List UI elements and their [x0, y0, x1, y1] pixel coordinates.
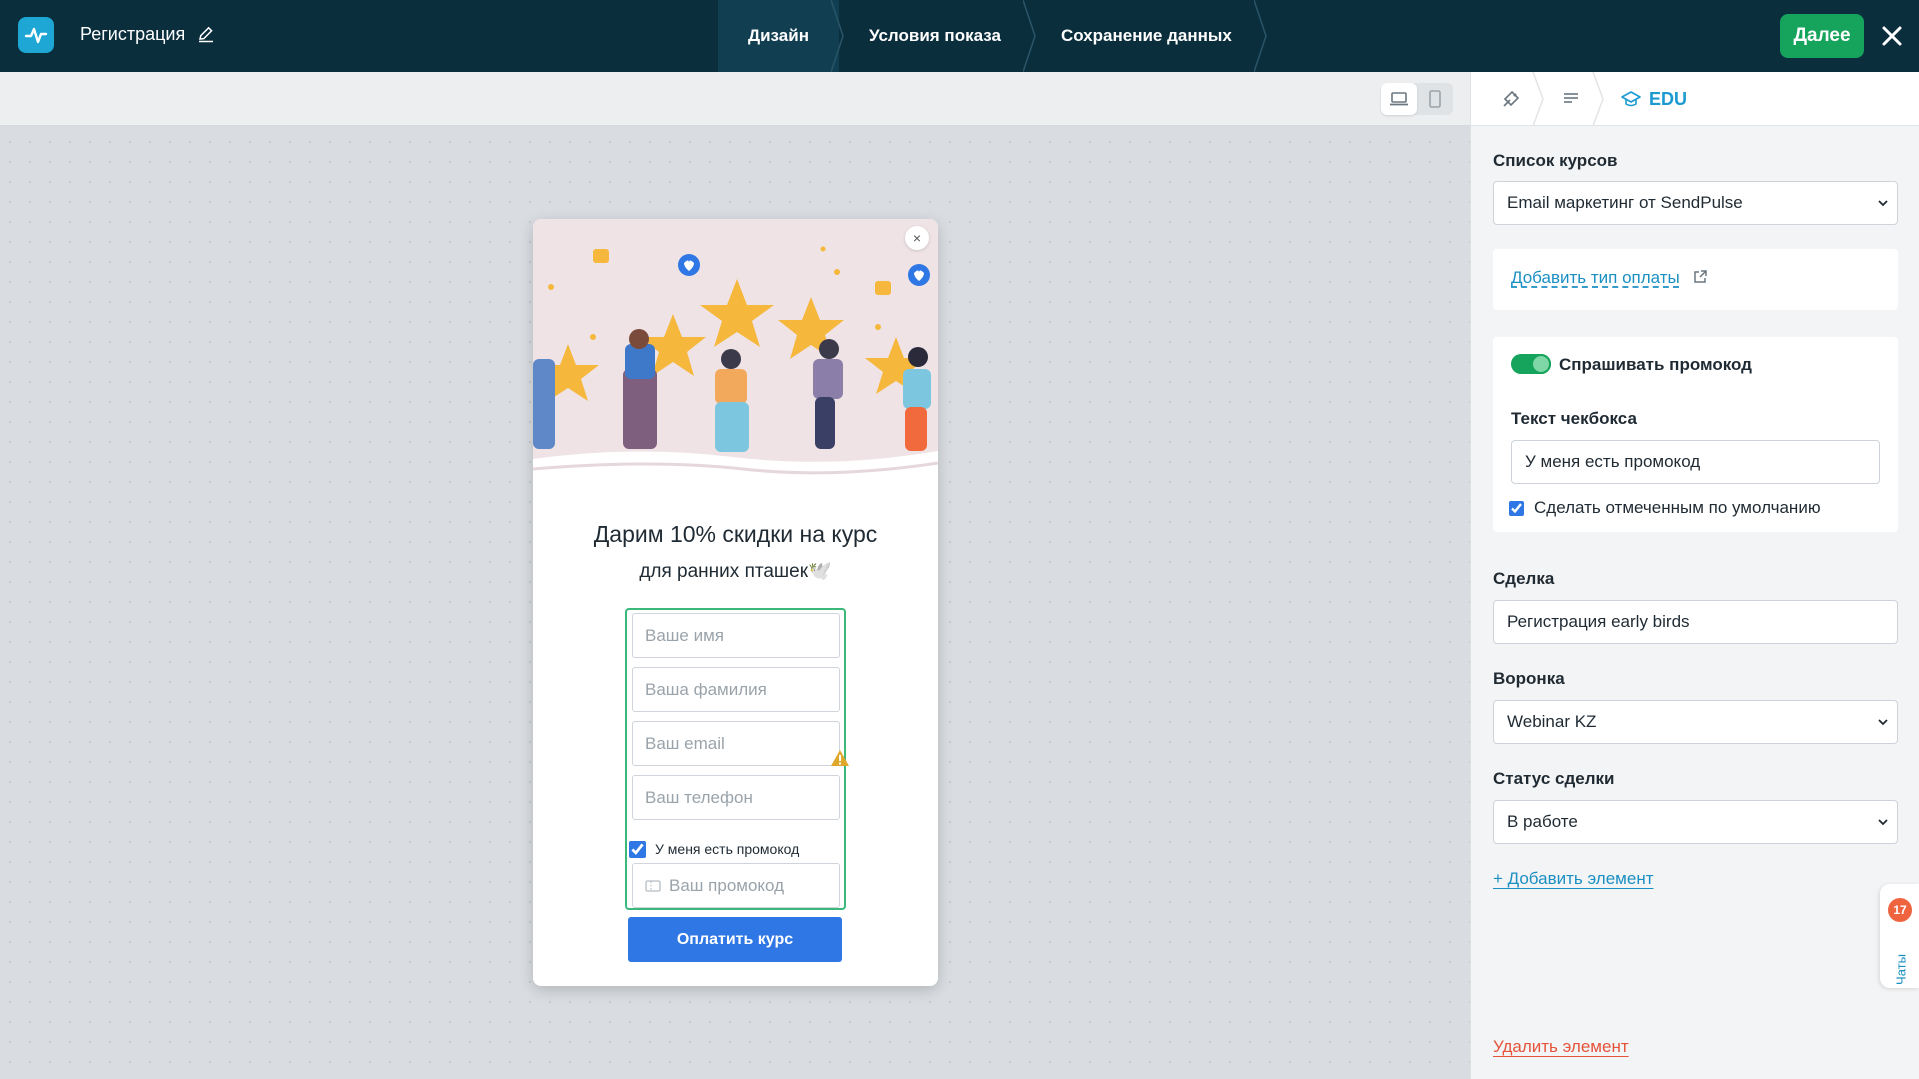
- laptop-icon: [1390, 92, 1408, 106]
- delete-element-link[interactable]: Удалить элемент: [1493, 1037, 1629, 1057]
- surname-input[interactable]: [632, 667, 840, 712]
- close-icon[interactable]: [1876, 18, 1908, 54]
- deal-status-label: Статус сделки: [1493, 769, 1615, 788]
- tab-form[interactable]: [1561, 72, 1581, 126]
- step-label: Сохранение данных: [1060, 26, 1232, 45]
- step-display-conditions[interactable]: Условия показа: [839, 0, 1036, 72]
- default-checked-label: Сделать отмеченным по умолчанию: [1534, 498, 1821, 517]
- wizard-steps: Дизайн Условия показа Сохранение данных: [718, 0, 1267, 72]
- app-logo[interactable]: [18, 17, 54, 53]
- step-data-saving[interactable]: Сохранение данных: [1031, 0, 1267, 72]
- chevron-down-icon: [1878, 819, 1888, 826]
- promo-checkbox[interactable]: [629, 840, 646, 858]
- graduation-cap-icon: [1621, 91, 1641, 107]
- desktop-view-button[interactable]: [1381, 83, 1417, 115]
- default-checked-checkbox[interactable]: [1509, 500, 1524, 516]
- step-label: Дизайн: [748, 26, 809, 45]
- pulse-icon: [24, 27, 48, 44]
- pencil-icon[interactable]: [196, 24, 216, 44]
- phone-icon: [1429, 90, 1441, 108]
- deal-status-value: В работе: [1507, 812, 1578, 831]
- courses-label: Список курсов: [1493, 151, 1618, 170]
- external-link-icon[interactable]: [1692, 269, 1708, 285]
- payment-card: Добавить тип оплаты: [1493, 249, 1898, 310]
- popup-subheading: для ранних пташек🕊️: [639, 561, 832, 582]
- toggle-knob: [1531, 354, 1551, 374]
- settings-panel: EDU Список курсов Email маркетинг от Sen…: [1470, 72, 1919, 1079]
- warning-icon[interactable]: [830, 749, 850, 767]
- step-label: Условия показа: [868, 26, 1001, 45]
- tab-edu-label: EDU: [1649, 88, 1688, 109]
- promo-settings-card: Спрашивать промокод Текст чекбокса Сдела…: [1493, 337, 1898, 532]
- popup-close-icon[interactable]: ×: [905, 226, 929, 250]
- step-design[interactable]: Дизайн: [718, 0, 844, 72]
- add-payment-link[interactable]: Добавить тип оплаты: [1511, 268, 1680, 287]
- deal-label: Сделка: [1493, 569, 1555, 588]
- signup-form: У меня есть промокод: [625, 608, 846, 910]
- chevron-down-icon: [1878, 719, 1888, 726]
- page-title: Регистрация: [80, 24, 186, 44]
- next-button[interactable]: Далее: [1780, 14, 1864, 58]
- phone-input[interactable]: [632, 775, 840, 820]
- canvas-toolbar: [0, 72, 1470, 126]
- deal-input[interactable]: [1493, 600, 1898, 644]
- tab-separator: [1532, 72, 1544, 126]
- promo-input[interactable]: [669, 875, 829, 896]
- funnel-label: Воронка: [1493, 669, 1565, 688]
- style-icon: [1503, 90, 1520, 107]
- form-icon: [1564, 93, 1578, 103]
- funnel-value: Webinar KZ: [1507, 712, 1597, 731]
- tab-style[interactable]: [1501, 72, 1521, 126]
- tab-edu[interactable]: EDU: [1621, 72, 1687, 126]
- checkbox-text-label: Текст чекбокса: [1511, 409, 1637, 428]
- email-input[interactable]: [632, 721, 840, 766]
- default-checked-row[interactable]: Сделать отмеченным по умолчанию: [1509, 498, 1821, 518]
- promo-input-wrap: [632, 863, 840, 908]
- funnel-select[interactable]: Webinar KZ: [1493, 700, 1898, 744]
- top-bar: Регистрация Дизайн Условия показа Сохран…: [0, 0, 1919, 72]
- pay-course-button[interactable]: Оплатить курс: [628, 917, 842, 962]
- chats-widget[interactable]: 17 Чаты: [1880, 884, 1919, 988]
- chats-badge: 17: [1888, 898, 1912, 922]
- ticket-icon: [645, 879, 661, 892]
- checkbox-text-input[interactable]: [1511, 440, 1880, 484]
- courses-select[interactable]: Email маркетинг от SendPulse: [1493, 181, 1898, 225]
- add-element-link[interactable]: + Добавить элемент: [1493, 869, 1654, 889]
- step-separator: [1253, 0, 1267, 72]
- tab-separator: [1592, 72, 1604, 126]
- deal-status-select[interactable]: В работе: [1493, 800, 1898, 844]
- ask-promo-label: Спрашивать промокод: [1559, 355, 1752, 374]
- chats-label: Чаты: [1893, 954, 1909, 985]
- device-switch: [1381, 83, 1453, 115]
- name-input[interactable]: [632, 613, 840, 658]
- celebration-illustration: [533, 219, 938, 479]
- panel-breadcrumb: EDU: [1471, 72, 1919, 126]
- popup-preview[interactable]: × Дарим 10% скидки на курс для ранних пт…: [533, 219, 938, 986]
- mobile-view-button[interactable]: [1417, 83, 1453, 115]
- chevron-down-icon: [1878, 200, 1888, 207]
- promo-checkbox-row[interactable]: У меня есть промокод: [627, 838, 846, 860]
- promo-checkbox-label: У меня есть промокод: [655, 841, 800, 857]
- ask-promo-toggle[interactable]: [1511, 354, 1551, 374]
- courses-value: Email маркетинг от SendPulse: [1507, 193, 1743, 212]
- popup-heading: Дарим 10% скидки на курс: [593, 521, 878, 547]
